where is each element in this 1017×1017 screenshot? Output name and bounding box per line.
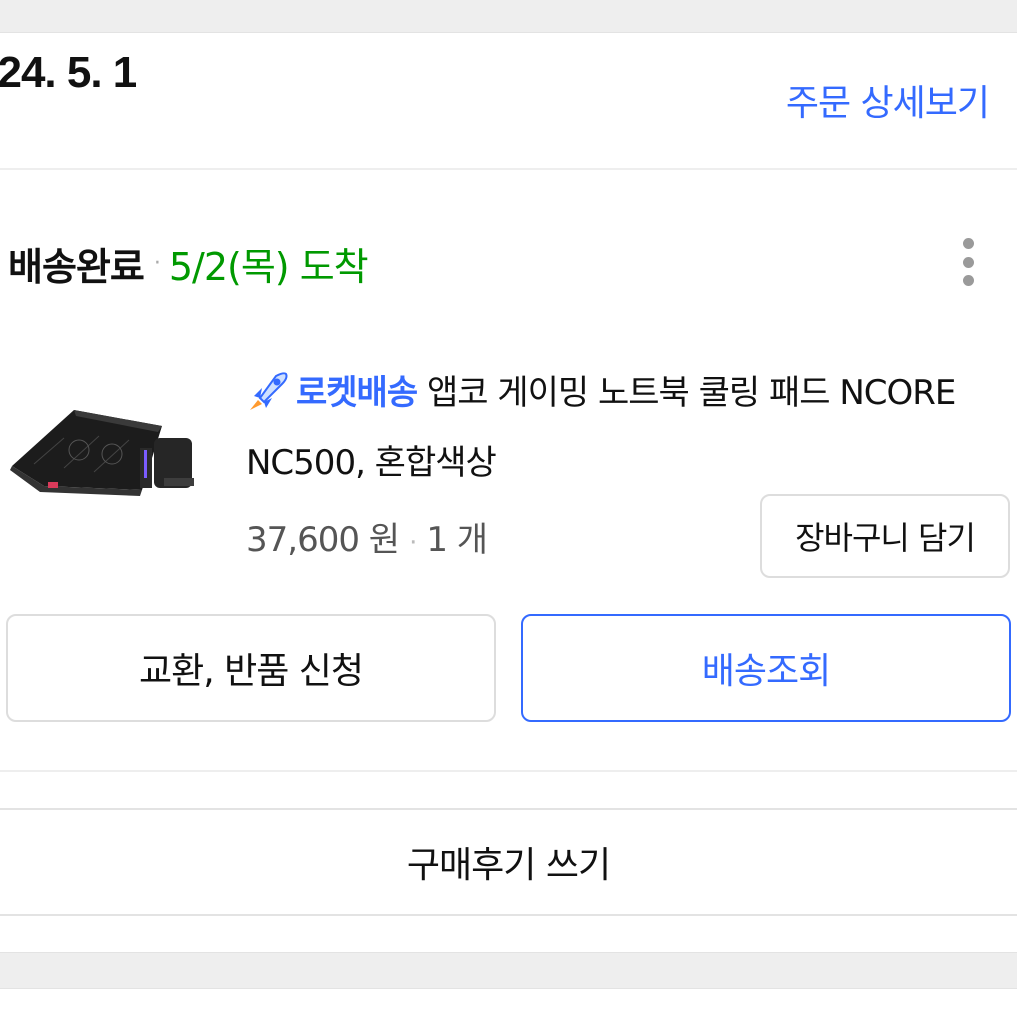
delivery-status: 배송완료 xyxy=(8,244,145,289)
price-row: 37,600 원 · 1 개 xyxy=(246,512,488,561)
product-image[interactable] xyxy=(4,398,204,498)
more-options-icon[interactable] xyxy=(950,234,986,290)
add-to-cart-button[interactable]: 장바구니 담기 xyxy=(760,494,1010,578)
product-price: 37,600 원 xyxy=(246,520,400,560)
shipment-status-row: 배송완료 · 5/2(목) 도착 xyxy=(8,236,369,290)
status-separator: · xyxy=(153,250,161,276)
product-title[interactable]: 로켓배송 앱코 게이밍 노트북 쿨링 패드 NCORE NC500, 혼합색상 xyxy=(246,358,966,498)
divider xyxy=(0,770,1017,772)
rocket-delivery-badge: 로켓배송 xyxy=(296,373,418,413)
next-order-card xyxy=(0,988,1017,1017)
track-delivery-button[interactable]: 배송조회 xyxy=(521,614,1011,722)
order-date: 024. 5. 1 xyxy=(0,48,137,97)
exchange-return-button[interactable]: 교환, 반품 신청 xyxy=(6,614,496,722)
product-quantity: 1 개 xyxy=(426,520,488,560)
arrival-date: 5/2(목) 도착 xyxy=(168,244,369,289)
divider xyxy=(0,914,1017,916)
order-detail-link[interactable]: 주문 상세보기 xyxy=(786,74,990,126)
write-review-button[interactable]: 구매후기 쓰기 xyxy=(0,810,1017,914)
price-separator: · xyxy=(409,528,417,558)
rocket-icon xyxy=(246,366,290,410)
